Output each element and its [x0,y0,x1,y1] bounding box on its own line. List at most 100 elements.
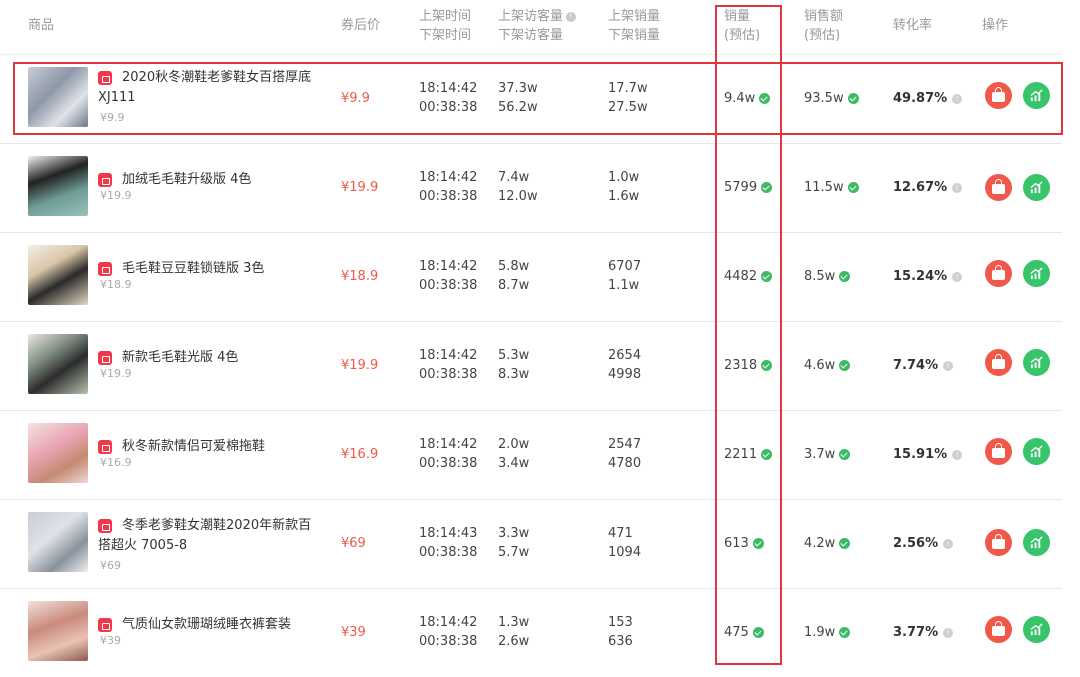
header-list-time[interactable]: 上架时间 [419,7,471,27]
info-icon[interactable]: ! [943,360,954,371]
product-thumbnail[interactable] [28,67,88,127]
info-icon[interactable]: ! [952,449,963,460]
product-name[interactable]: 冬季老爹鞋女潮鞋2020年新款百搭超火 7005-8 [98,516,316,556]
header-delist-visitors[interactable]: 下架访客量 [498,26,563,46]
check-circle-icon [839,538,851,549]
revenue-cell: 8.5w [804,267,851,286]
header-list-visitors[interactable]: 上架访客量! [498,7,577,27]
trend-action-button[interactable] [1023,349,1050,376]
table-row[interactable]: 新款毛毛鞋光版 4色 ¥19.9 ¥19.9 18:14:42 00:38:38 … [0,322,1062,411]
table-row[interactable]: 冬季老爹鞋女潮鞋2020年新款百搭超火 7005-8 ¥69 ¥69 18:14… [0,500,1062,589]
sales-cell: 5799 [724,178,773,197]
check-circle-icon [759,93,771,104]
header-actions: 操作 [982,18,1009,33]
table-row[interactable]: 毛毛鞋豆豆鞋锁链版 3色 ¥18.9 ¥18.9 18:14:42 00:38:3… [0,233,1062,322]
revenue-cell: 1.9w [804,623,851,642]
visitors-cell: 3.3w 5.7w [498,526,530,560]
table-row[interactable]: 2020秋冬潮鞋老爹鞋女百搭厚底 XJ111 ¥9.9 ¥9.9 18:14:4… [0,55,1062,144]
table-row[interactable]: 秋冬新款情侣可爱棉拖鞋 ¥16.9 ¥16.9 18:14:42 00:38:38… [0,411,1062,500]
trend-chart-icon [1030,356,1043,369]
shop-action-button[interactable] [985,438,1012,465]
list-sales-cell: 2654 4998 [608,348,642,382]
trend-action-button[interactable] [1023,438,1050,465]
header-delist-sales[interactable]: 下架销量 [608,26,660,46]
shop-action-button[interactable] [985,529,1012,556]
product-thumbnail[interactable] [28,512,88,572]
trend-action-button[interactable] [1023,260,1050,287]
sales-cell: 2211 [724,445,773,464]
check-circle-icon [847,93,859,104]
product-name[interactable]: 新款毛毛鞋光版 4色 [98,348,316,368]
table-row[interactable]: 气质仙女款珊瑚绒睡衣裤套装 ¥39 ¥39 18:14:42 00:38:38 1… [0,589,1062,677]
time-cell: 18:14:43 00:38:38 [419,526,478,560]
info-icon[interactable]: ! [943,627,954,638]
product-name[interactable]: 毛毛鞋豆豆鞋锁链版 3色 [98,259,316,279]
header-revenue[interactable]: 销售额 [804,7,843,27]
trend-action-button[interactable] [1023,616,1050,643]
sales-cell: 613 [724,534,764,553]
visitors-cell: 7.4w 12.0w [498,170,538,204]
product-thumbnail[interactable] [28,245,88,305]
visitors-cell: 37.3w 56.2w [498,81,538,115]
original-price: ¥19.9 [100,367,132,380]
time-cell: 18:14:42 00:38:38 [419,81,478,115]
sales-cell: 475 [724,623,764,642]
product-thumbnail[interactable] [28,156,88,216]
shop-action-button[interactable] [985,349,1012,376]
coupon-price: ¥69 [341,536,366,551]
shop-action-button[interactable] [985,82,1012,109]
conversion-cell: 12.67%! [893,179,963,197]
table-row[interactable]: 加绒毛毛鞋升级版 4色 ¥19.9 ¥19.9 18:14:42 00:38:38… [0,144,1062,233]
check-circle-icon [839,360,851,371]
sales-cell: 2318 [724,356,773,375]
list-sales-cell: 17.7w 27.5w [608,81,648,115]
revenue-cell: 93.5w [804,89,859,108]
shopping-bag-icon [992,179,1005,194]
product-name[interactable]: 秋冬新款情侣可爱棉拖鞋 [98,437,316,457]
conversion-cell: 15.24%! [893,268,963,286]
product-name[interactable]: 2020秋冬潮鞋老爹鞋女百搭厚底 XJ111 [98,68,316,108]
header-delist-time[interactable]: 下架时间 [419,26,471,46]
check-circle-icon [761,449,773,460]
check-circle-icon [839,449,851,460]
info-icon[interactable]: ! [952,93,963,104]
header-coupon-price[interactable]: 券后价 [341,16,380,36]
product-name[interactable]: 气质仙女款珊瑚绒睡衣裤套装 [98,615,316,635]
shopping-bag-icon [992,354,1005,369]
shopping-bag-icon [992,443,1005,458]
info-icon[interactable]: ! [566,11,577,22]
product-name[interactable]: 加绒毛毛鞋升级版 4色 [98,170,316,190]
check-circle-icon [761,360,773,371]
trend-action-button[interactable] [1023,529,1050,556]
header-sales[interactable]: 销量 [724,7,750,27]
info-icon[interactable]: ! [952,182,963,193]
trend-action-button[interactable] [1023,174,1050,201]
shopping-bag-icon [992,265,1005,280]
trend-chart-icon [1030,89,1043,102]
original-price: ¥69 [100,559,121,572]
coupon-price: ¥9.9 [341,91,370,106]
conversion-cell: 49.87%! [893,90,963,108]
trend-chart-icon [1030,181,1043,194]
product-thumbnail[interactable] [28,601,88,661]
trend-chart-icon [1030,267,1043,280]
conversion-cell: 3.77%! [893,624,954,642]
time-cell: 18:14:42 00:38:38 [419,348,478,382]
time-cell: 18:14:42 00:38:38 [419,615,478,649]
original-price: ¥18.9 [100,278,132,291]
info-icon[interactable]: ! [952,271,963,282]
shop-action-button[interactable] [985,174,1012,201]
shop-action-button[interactable] [985,260,1012,287]
shop-action-button[interactable] [985,616,1012,643]
info-icon[interactable]: ! [943,538,954,549]
header-list-sales[interactable]: 上架销量 [608,7,660,27]
shopping-bag-icon [992,534,1005,549]
trend-chart-icon [1030,623,1043,636]
product-thumbnail[interactable] [28,334,88,394]
check-circle-icon [761,271,773,282]
product-thumbnail[interactable] [28,423,88,483]
header-conversion[interactable]: 转化率 [893,16,932,36]
trend-action-button[interactable] [1023,82,1050,109]
check-circle-icon [752,627,764,638]
shopping-bag-icon [992,621,1005,636]
